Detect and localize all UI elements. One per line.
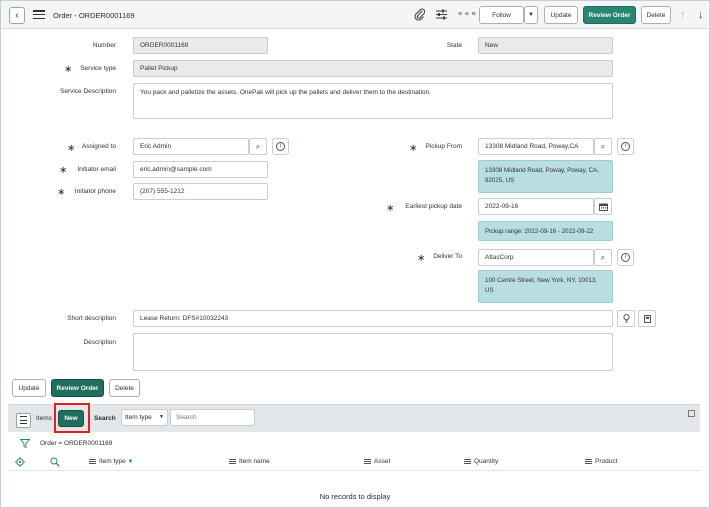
page-title: Order - ORDER0001169	[53, 11, 135, 20]
items-label: Items	[36, 415, 52, 422]
column-label: Item type	[99, 458, 126, 465]
deliver-to-input[interactable]: AtlasCorp	[478, 249, 594, 266]
caret-down-icon: ▼	[159, 414, 164, 420]
state-label: State	[446, 42, 462, 49]
pickup-from-label: Pickup From	[425, 143, 462, 150]
menu-icon[interactable]	[33, 10, 45, 20]
column-header-asset[interactable]: Asset	[364, 458, 390, 465]
search-label: Search	[94, 415, 116, 422]
service-description-textarea[interactable]: You pack and palletize the assets. OnePa…	[133, 83, 613, 119]
pickup-range-info: Pickup range: 2022-09-16 - 2022-09-22	[478, 221, 613, 241]
service-description-label: Service Description	[60, 88, 116, 95]
column-menu-icon[interactable]	[229, 458, 236, 464]
column-menu-icon[interactable]	[364, 458, 371, 464]
caret-down-icon: ▼	[528, 12, 534, 18]
short-description-input[interactable]: Lease Return: DFS#10032243	[133, 310, 613, 327]
empty-list-message: No records to display	[319, 492, 391, 501]
arrow-down-icon[interactable]: ↓	[698, 8, 704, 22]
update-button[interactable]: Update	[544, 6, 578, 24]
search-field-select-value: Item type	[125, 414, 152, 421]
column-header-product[interactable]: Product	[585, 458, 617, 465]
column-label: Asset	[374, 458, 391, 465]
assigned-to-label: Assigned to	[82, 143, 116, 150]
delete-button[interactable]: Delete	[109, 379, 140, 397]
pickup-from-input[interactable]: 13308 Midland Road, Poway,CA	[478, 138, 594, 155]
deliver-to-label: Deliver To	[433, 253, 462, 260]
paperclip-icon[interactable]	[414, 8, 426, 25]
related-list-toolbar: Items New Search Item type ▼	[8, 404, 700, 432]
follow-button[interactable]: Follow	[479, 6, 524, 24]
delete-button[interactable]: Delete	[641, 6, 671, 24]
initiator-phone-input[interactable]: (207) 555-1212	[133, 183, 268, 200]
review-order-button[interactable]: Review Order	[51, 379, 104, 397]
search-input[interactable]	[170, 409, 255, 426]
column-label: Product	[595, 458, 618, 465]
earliest-pickup-date-input[interactable]: 2022-09-16	[478, 198, 594, 215]
column-menu-icon[interactable]	[89, 458, 96, 464]
service-type-field: Pallet Pickup	[133, 60, 613, 77]
search-icon[interactable]: ⌕	[594, 249, 612, 266]
form-header: ‹ Order - ORDER0001169 ∘∘∘ Follow ▼ Upda…	[1, 1, 708, 29]
search-icon[interactable]: ⌕	[249, 138, 267, 155]
service-type-label: Service type	[80, 65, 116, 72]
divider	[8, 470, 700, 471]
lightbulb-icon[interactable]	[617, 310, 635, 327]
description-label: Description	[83, 339, 116, 346]
settings-sliders-icon[interactable]	[435, 8, 448, 25]
search-icon[interactable]	[50, 457, 60, 469]
info-icon[interactable]: i	[617, 249, 634, 266]
chevron-left-icon: ‹	[15, 10, 19, 21]
number-field: ORDER0001169	[133, 37, 268, 54]
info-icon[interactable]: i	[272, 138, 289, 155]
earliest-pickup-date-label: Earliest pickup date	[405, 203, 462, 210]
initiator-email-input[interactable]: eric.admin@sample.com	[133, 161, 268, 178]
initiator-phone-label: Initiator phone	[74, 188, 116, 195]
search-icon[interactable]: ⌕	[594, 138, 612, 155]
back-button[interactable]: ‹	[9, 7, 25, 24]
assigned-to-input[interactable]: Eric Admin	[133, 138, 249, 155]
book-icon[interactable]	[638, 310, 656, 327]
column-header-item-type[interactable]: Item type ▼	[89, 458, 134, 465]
collapse-icon[interactable]	[688, 410, 695, 417]
column-header-quantity[interactable]: Quantity	[464, 458, 498, 465]
calendar-icon[interactable]	[594, 198, 612, 215]
column-label: Item name	[239, 458, 270, 465]
number-label: Number	[92, 42, 116, 49]
column-menu-icon[interactable]	[585, 458, 592, 464]
sort-desc-icon: ▼	[127, 459, 134, 465]
search-field-select[interactable]: Item type ▼	[121, 409, 168, 426]
list-menu-icon[interactable]	[16, 413, 31, 428]
column-label: Quantity	[474, 458, 499, 465]
follow-dropdown-button[interactable]: ▼	[524, 6, 538, 24]
filter-icon[interactable]	[19, 439, 31, 450]
column-menu-icon[interactable]	[464, 458, 471, 464]
more-options-icon[interactable]: ∘∘∘	[457, 8, 477, 22]
info-icon[interactable]: i	[617, 138, 634, 155]
description-textarea[interactable]	[133, 333, 613, 371]
pickup-from-address-info: 13308 Midland Road, Poway, Poway, CA, 92…	[478, 160, 613, 193]
highlight-box	[54, 403, 90, 433]
filter-breadcrumb[interactable]: Order = ORDER0001169	[40, 440, 112, 447]
column-header-item-name[interactable]: Item name	[229, 458, 270, 465]
initiator-email-label: Initiator email	[77, 166, 116, 173]
arrow-up-icon[interactable]: ↑	[680, 8, 686, 22]
gear-icon[interactable]	[15, 457, 25, 469]
deliver-to-address-info: 100 Centre Street, New York, NY, 10013, …	[478, 270, 613, 303]
review-order-button[interactable]: Review Order	[583, 6, 636, 24]
update-button[interactable]: Update	[12, 379, 46, 397]
short-description-label: Short description	[67, 315, 116, 322]
state-field: New	[478, 37, 613, 54]
